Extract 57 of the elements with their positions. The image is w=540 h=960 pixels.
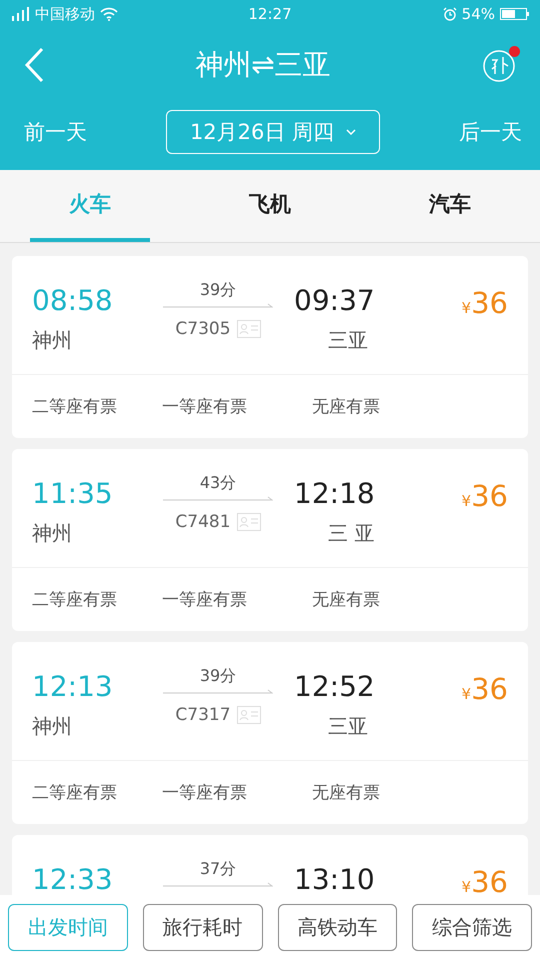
wifi-icon [100,7,118,21]
ticket-price: ¥36 [462,479,508,513]
travel-duration: 43分 [200,473,236,494]
signal-icon [10,7,30,21]
ticket-price: ¥36 [462,672,508,706]
travel-duration: 37分 [200,859,236,880]
seat-availability: 二等座有票 [32,589,118,611]
id-card-icon [236,706,261,724]
arrival-time: 12:18 [294,477,375,510]
arrival-station: 三 亚 [327,520,375,547]
departure-time: 12:33 [32,863,114,895]
carrier-name: 中国移动 [35,4,95,24]
train-card[interactable]: 12:13 神州 39分 C7317 12:52 三亚 ¥36 二等座有票 一等座有票 无座有票 [12,642,528,824]
travel-duration: 39分 [200,280,236,301]
train-card[interactable]: 11:35 神州 43分 C7481 12:18 三 亚 ¥36 二等座有票 一等座有票 无座有票 [12,449,528,631]
seat-availability: 一等座有票 [162,396,248,418]
ticket-price: ¥36 [462,865,508,895]
departure-station: 神州 [32,520,73,547]
battery-percent: 54% [462,5,495,23]
departure-time: 11:35 [32,477,114,510]
route-title: 神州⇌三亚 [195,47,331,83]
filter-button[interactable]: 旅行耗时 [142,904,262,951]
train-number: C7481 [175,512,231,532]
seat-availability: 无座有票 [312,396,380,418]
filter-button[interactable]: 高铁动车 [278,904,398,951]
departure-station: 神州 [32,327,73,354]
seat-availability: 一等座有票 [162,782,248,804]
arrival-time: 09:37 [294,284,375,317]
train-number: C7305 [175,319,231,339]
transport-tab[interactable]: 飞机 [210,170,330,242]
seat-availability: 无座有票 [312,589,380,611]
transport-tab[interactable]: 汽车 [390,170,510,242]
seat-availability: 无座有票 [312,782,380,804]
supplement-button[interactable] [482,47,518,83]
ticket-price: ¥36 [462,286,508,320]
arrival-station: 三亚 [327,327,369,354]
chevron-down-icon [346,129,356,135]
seat-availability: 二等座有票 [32,396,118,418]
departure-time: 12:13 [32,670,114,703]
travel-duration: 39分 [200,666,236,687]
seat-availability: 一等座有票 [162,589,248,611]
departure-time: 08:58 [32,284,114,317]
arrival-time: 12:52 [294,670,375,703]
id-card-icon [236,513,261,531]
id-card-icon [236,320,261,338]
seat-availability: 二等座有票 [32,782,118,804]
departure-station: 神州 [32,713,73,740]
train-number: C7317 [175,705,231,725]
arrival-station: 三亚 [327,713,369,740]
arrival-time: 13:10 [294,863,375,895]
battery-icon [500,7,530,21]
back-button[interactable] [24,47,44,83]
alarm-icon [442,7,457,21]
filter-button[interactable]: 综合筛选 [412,904,532,951]
clock-time: 12:27 [248,5,292,23]
train-card[interactable]: 08:58 神州 39分 C7305 09:37 三亚 ¥36 二等座有票 一等座有票 无座有票 [12,256,528,438]
train-card[interactable]: 12:33 37分 13:10 ¥36 [12,835,528,895]
